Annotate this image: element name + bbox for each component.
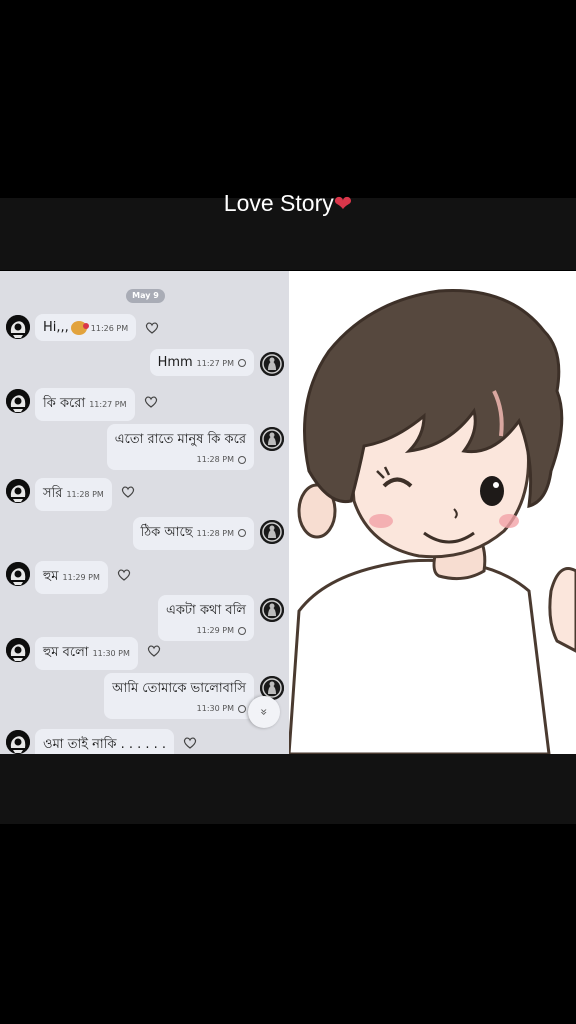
message-time: 11:28 PM bbox=[66, 490, 104, 499]
video-title: Love Story❤ bbox=[0, 190, 576, 217]
message-time: 11:28 PM bbox=[115, 455, 246, 464]
video-title-text: Love Story bbox=[223, 190, 334, 216]
bottom-band bbox=[0, 754, 576, 824]
react-heart-icon[interactable] bbox=[117, 569, 131, 581]
message-text: এতো রাতে মানুষ কি করে bbox=[114, 432, 246, 447]
react-heart-icon[interactable] bbox=[145, 322, 159, 334]
outgoing-message[interactable]: একটা কথা বলি 11:29 PM bbox=[157, 595, 254, 641]
double-chevron-down-icon[interactable]: » bbox=[248, 696, 280, 728]
outgoing-message[interactable]: ঠিক আছে 11:28 PM bbox=[132, 517, 254, 550]
outgoing-message[interactable]: Hmm 11:27 PM bbox=[149, 349, 254, 376]
own-avatar[interactable] bbox=[260, 352, 284, 376]
message-text: ওমা তাই নাকি . . . . . . bbox=[43, 737, 167, 752]
message-time: 11:30 PM bbox=[112, 704, 246, 713]
own-avatar[interactable] bbox=[260, 520, 284, 544]
message-text: সরি bbox=[43, 486, 63, 501]
incoming-message[interactable]: ওমা তাই নাকি . . . . . . bbox=[35, 729, 175, 754]
message-text: ঠিক আছে bbox=[140, 525, 193, 540]
message-time: 11:29 PM bbox=[62, 573, 100, 582]
sent-status-icon bbox=[238, 455, 246, 464]
message-text: একটা কথা বলি bbox=[165, 603, 246, 618]
incoming-message[interactable]: সরি 11:28 PM bbox=[35, 478, 112, 511]
message-text: আমি তোমাকে ভালোবাসি bbox=[112, 681, 246, 696]
sender-avatar[interactable] bbox=[6, 479, 30, 503]
message-text: Hmm bbox=[157, 355, 193, 370]
react-heart-icon[interactable] bbox=[121, 486, 135, 498]
incoming-message[interactable]: হুম বলো 11:30 PM bbox=[35, 637, 138, 670]
sent-status-icon bbox=[238, 704, 246, 713]
sender-avatar[interactable] bbox=[6, 389, 30, 413]
incoming-message[interactable]: কি করো 11:27 PM bbox=[35, 388, 135, 421]
sent-status-icon bbox=[238, 528, 246, 537]
sender-avatar[interactable] bbox=[6, 730, 30, 754]
date-chip: May 9 bbox=[126, 289, 165, 303]
kiss-face-icon bbox=[70, 320, 89, 335]
message-text: Hi,,, bbox=[43, 320, 69, 335]
sender-avatar[interactable] bbox=[6, 562, 30, 586]
message-text: কি করো bbox=[43, 396, 86, 411]
chat-screenshot: May 9 Hi,,, 11:26 PM Hmm 11:27 PM কি করো 11:2… bbox=[0, 271, 289, 754]
message-time: 11:27 PM bbox=[89, 400, 127, 409]
sender-avatar[interactable] bbox=[6, 638, 30, 662]
message-text: হুম bbox=[43, 569, 59, 584]
react-heart-icon[interactable] bbox=[147, 645, 161, 657]
message-time: 11:28 PM bbox=[196, 529, 234, 538]
sent-status-icon bbox=[238, 358, 246, 367]
sender-avatar[interactable] bbox=[6, 315, 30, 339]
own-avatar[interactable] bbox=[260, 427, 284, 451]
message-time: 11:27 PM bbox=[196, 359, 234, 368]
react-heart-icon[interactable] bbox=[144, 396, 158, 408]
outgoing-message[interactable]: আমি তোমাকে ভালোবাসি 11:30 PM bbox=[104, 673, 254, 719]
own-avatar[interactable] bbox=[260, 598, 284, 622]
message-text: হুম বলো bbox=[43, 645, 89, 660]
outgoing-message[interactable]: এতো রাতে মানুষ কি করে 11:28 PM bbox=[106, 424, 254, 470]
red-heart-bandage-icon: ❤ bbox=[333, 191, 353, 216]
incoming-message[interactable]: Hi,,, 11:26 PM bbox=[35, 314, 137, 341]
sent-status-icon bbox=[238, 626, 246, 635]
message-time: 11:26 PM bbox=[90, 324, 129, 333]
react-heart-icon[interactable] bbox=[183, 737, 197, 749]
cartoon-boy-image bbox=[289, 271, 576, 754]
message-time: 11:30 PM bbox=[92, 649, 130, 658]
incoming-message[interactable]: হুম 11:29 PM bbox=[35, 561, 108, 594]
message-time: 11:29 PM bbox=[166, 626, 246, 635]
